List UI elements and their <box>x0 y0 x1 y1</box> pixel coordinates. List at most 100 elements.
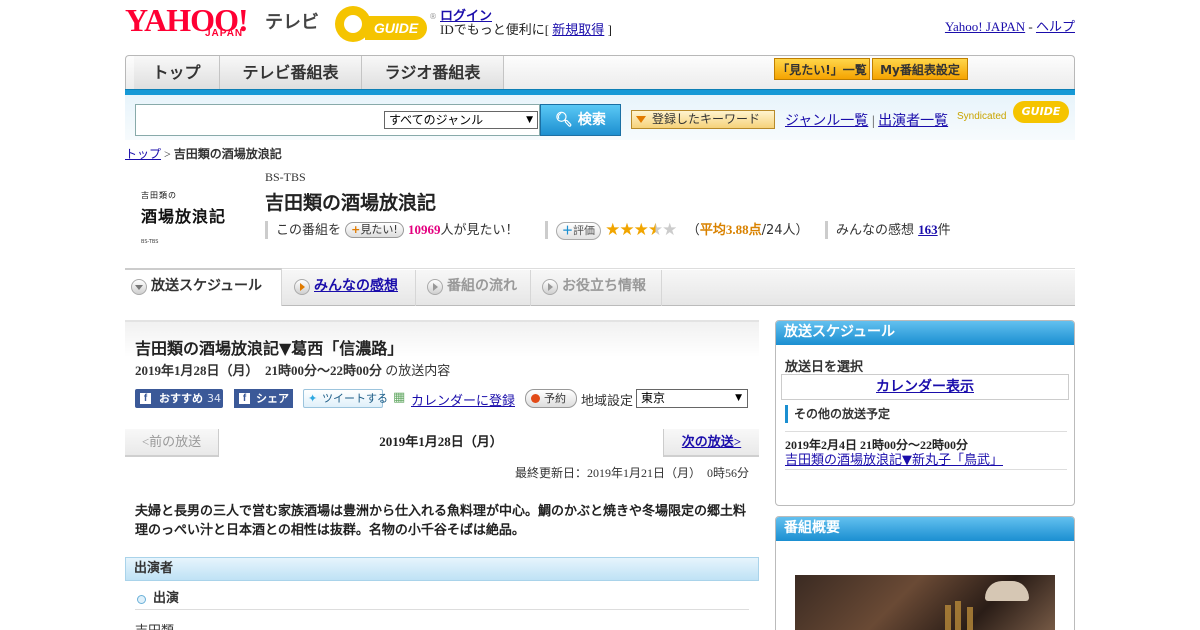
watch-button[interactable]: +見たい! <box>345 222 404 238</box>
last-updated: 最終更新日：2019年1月21日（月） 0時56分 <box>514 466 749 480</box>
program-subtabs: 放送スケジュール みんなの感想 番組の流れ お役立ち情報 <box>125 268 1075 306</box>
syndicated-gguide-text: GUIDE <box>1013 101 1069 123</box>
comments-count-link[interactable]: 163 <box>918 222 938 237</box>
tab-broadcast-schedule[interactable]: 放送スケジュール <box>125 268 282 306</box>
region-select-value: 東京 <box>641 391 666 405</box>
image-detail <box>945 605 951 630</box>
facebook-recommend-button[interactable]: f おすすめ 34 <box>135 389 223 408</box>
login-text: IDでもっと便利に[ 新規取得 ] <box>440 19 612 38</box>
image-detail <box>985 581 1029 601</box>
program-logo-line3: BS-TBS <box>141 239 159 245</box>
image-detail <box>955 601 961 630</box>
yahoo-japan-label: JAPAN <box>205 28 244 39</box>
main-content: 吉田類の酒場放浪記▼葛西「信濃路」 2019年1月28日（月） 21時00分～2… <box>125 320 759 630</box>
select-date-label: 放送日を選択 <box>785 360 864 375</box>
rating-average: 平均3.88点 <box>699 222 762 237</box>
facebook-icon: f <box>239 393 250 404</box>
plus-icon: + <box>351 223 361 236</box>
tab-useful-info[interactable]: お役立ち情報 <box>536 270 662 306</box>
search-links: ジャンル一覧 | 出演者一覧 <box>785 110 948 130</box>
nav-tab-top[interactable]: トップ <box>134 56 220 90</box>
rating-stat: ＋評価 ★★★★★ （平均3.88点/24人） <box>545 220 809 240</box>
episode-datetime: 2019年1月28日（月） 21時00分～22時00分 <box>135 363 383 378</box>
gguide-logo[interactable]: GUIDE ® <box>335 6 437 42</box>
episode-box: 吉田類の酒場放浪記▼葛西「信濃路」 2019年1月28日（月） 21時00分～2… <box>125 320 759 410</box>
comments-stat: みんなの感想 163件 <box>825 221 951 239</box>
my-schedule-button[interactable]: My番組表設定 <box>872 58 968 80</box>
genre-select[interactable]: すべてのジャンル ▼ <box>384 111 538 129</box>
facebook-recommend-label: おすすめ <box>159 392 203 405</box>
other-schedule-link[interactable]: 吉田類の酒場放浪記▼新丸子「鳥武」 <box>785 449 1003 468</box>
nav-tab-tv-schedule[interactable]: テレビ番組表 <box>220 56 362 90</box>
header-link-separator: - <box>1025 19 1036 34</box>
cast-heading: 出演者 <box>125 557 759 581</box>
star-icon: ★ <box>633 220 649 240</box>
episode-title: 吉田類の酒場放浪記▼葛西「信濃路」 <box>135 339 404 358</box>
star-empty-icon: ★ <box>662 220 677 240</box>
dropdown-arrow-icon: ▼ <box>526 115 533 125</box>
calendar-register-link[interactable]: カレンダーに登録 <box>411 394 515 409</box>
tv-label[interactable]: テレビ <box>265 8 319 34</box>
current-broadcast-date: 2019年1月28日（月） <box>219 429 663 457</box>
watch-prefix: この番組を <box>276 223 342 238</box>
rating-count: /24人） <box>761 223 809 238</box>
help-link[interactable]: ヘルプ <box>1036 19 1075 34</box>
star-half-icon: ★ <box>647 220 663 240</box>
genre-list-link[interactable]: ジャンル一覧 <box>785 114 868 129</box>
cast-name: 吉田類 <box>135 620 174 630</box>
divider <box>785 469 1067 470</box>
episode-description: 夫婦と長男の三人で営む家族酒場は豊洲から仕入れる魚料理が中心。鯛のかぶと焼きや冬… <box>135 504 747 538</box>
watch-count: 10969 <box>407 222 441 237</box>
calendar-view-button[interactable]: カレンダー表示 <box>781 374 1069 400</box>
nav-tab-radio-schedule[interactable]: ラジオ番組表 <box>362 56 504 90</box>
calendar-register[interactable]: ▦ カレンダーに登録 <box>393 390 515 409</box>
sidebar-schedule-title: 放送スケジュール <box>776 321 1074 345</box>
calendar-add-icon: ▦ <box>393 390 406 405</box>
search-button-label: 検索 <box>577 112 606 128</box>
comments-label: みんなの感想 <box>836 223 915 238</box>
program-overview-image <box>795 575 1055 630</box>
reserve-button[interactable]: 予約 <box>525 389 577 408</box>
dropdown-arrow-icon: ▼ <box>735 393 742 403</box>
gguide-logo-text: GUIDE <box>365 16 427 40</box>
tab-viewer-comments[interactable]: みんなの感想 <box>288 270 416 306</box>
search-button[interactable]: 🔍︎ 検索 <box>540 104 621 136</box>
registered-keyword-button[interactable]: 登録したキーワード <box>631 110 775 129</box>
syndicated-label: Syndicated <box>957 111 1007 122</box>
facebook-recommend-count: 34 <box>207 392 221 405</box>
region-select[interactable]: 東京 ▼ <box>636 389 748 408</box>
facebook-icon: f <box>140 393 151 404</box>
watch-list-button[interactable]: 「見たい!」一覧 <box>774 58 870 80</box>
other-schedule-heading: その他の放送予定 <box>785 405 1067 423</box>
episode-date: 2019年1月28日（月） 21時00分～22時00分 の放送内容 <box>135 360 450 379</box>
genre-select-value: すべてのジャンル <box>389 113 484 127</box>
tab-program-flow[interactable]: 番組の流れ <box>421 270 531 306</box>
cast-subheading: 出演 <box>135 590 749 610</box>
rating-button-label: 評価 <box>573 224 595 237</box>
tweet-button[interactable]: ツイートする <box>303 389 388 408</box>
breadcrumb-top-link[interactable]: トップ <box>125 147 161 161</box>
episode-date-suffix: の放送内容 <box>385 364 451 379</box>
program-title: 吉田類の酒場放浪記 <box>265 192 437 214</box>
region-label: 地域設定 <box>581 394 634 409</box>
next-broadcast-link[interactable]: 次の放送> <box>663 429 759 457</box>
sidebar-overview-title: 番組概要 <box>776 517 1074 541</box>
performer-list-link[interactable]: 出演者一覧 <box>878 114 948 129</box>
watch-button-label: 見たい! <box>360 223 398 236</box>
search-bar: すべてのジャンル ▼ 🔍︎ 検索 登録したキーワード ジャンル一覧 | 出演者一… <box>125 95 1075 140</box>
comments-suffix: 件 <box>937 223 951 238</box>
prev-broadcast: <前の放送 <box>125 429 219 457</box>
rating-open: （ <box>686 223 700 238</box>
facebook-share-button[interactable]: f シェア <box>234 389 293 408</box>
page: YAHOO! JAPAN テレビ GUIDE ® ログイン IDでもっと便利に[… <box>125 0 1075 630</box>
program-logo-line1: 吉田類の <box>141 191 177 200</box>
breadcrumb-current: 吉田類の酒場放浪記 <box>173 147 282 161</box>
yahoo-japan-link[interactable]: Yahoo! JAPAN <box>945 19 1025 34</box>
sidebar-schedule-panel: 放送スケジュール 放送日を選択 カレンダー表示 その他の放送予定 2019年2月… <box>775 320 1075 506</box>
search-icon: 🔍︎ <box>555 112 573 128</box>
login-text-suffix: ] <box>604 22 612 37</box>
channel-name: BS-TBS <box>265 170 306 184</box>
rating-button[interactable]: ＋評価 <box>556 222 601 240</box>
register-link[interactable]: 新規取得 <box>552 22 604 37</box>
breadcrumb: トップ > 吉田類の酒場放浪記 <box>125 145 282 162</box>
